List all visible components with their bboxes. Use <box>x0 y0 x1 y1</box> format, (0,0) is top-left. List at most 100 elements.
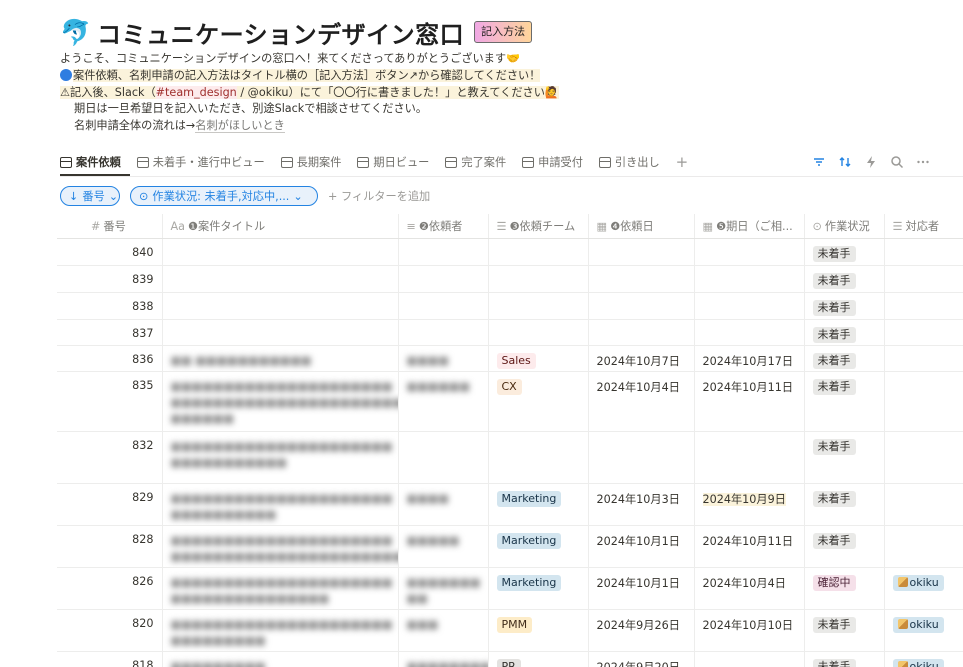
column-header-requester[interactable]: ≡ ❷依頼者 <box>398 214 489 239</box>
add-view-icon[interactable]: + <box>676 153 689 171</box>
request-date-cell[interactable]: 2024年10月7日 <box>588 345 695 372</box>
requester-cell[interactable]: ■■■■■ <box>398 525 489 568</box>
column-header-team[interactable]: ☰ ❸依頼チーム <box>488 214 589 239</box>
title-cell[interactable]: ■■■■■■■■■■■■■■■■■■■■■ ■■■■■■■■■■ <box>162 483 399 526</box>
request-date-cell[interactable] <box>588 265 695 293</box>
assignee-cell[interactable] <box>884 483 963 526</box>
due-date-cell[interactable] <box>694 319 805 346</box>
assignee-cell[interactable] <box>884 292 963 320</box>
status-cell[interactable]: 未着手 <box>804 319 885 346</box>
assignee-cell[interactable] <box>884 345 963 372</box>
assignee-cell[interactable] <box>884 525 963 568</box>
table-row[interactable]: 838 未着手 <box>57 292 963 320</box>
table-row[interactable]: 836 ■■ ■■■■■■■■■■■ ■■■■ Sales 2024年10月7日 2024… <box>57 345 963 372</box>
table-row[interactable]: 839 未着手 <box>57 265 963 293</box>
requester-cell[interactable] <box>398 319 489 346</box>
assignee-cell[interactable] <box>884 371 963 432</box>
team-cell[interactable]: Marketing <box>488 483 589 526</box>
tab-long-term[interactable]: 長期案件 <box>280 150 341 174</box>
requester-cell[interactable]: ■■■■ <box>398 345 489 372</box>
due-date-cell[interactable]: 2024年10月4日 <box>694 567 805 610</box>
due-date-cell[interactable]: 2024年10月11日 <box>694 371 805 432</box>
table-row[interactable]: 818 ■■■■■■■■■ ■■■■■■■■ PR 2024年9月20日 未着手 okiku <box>57 651 963 667</box>
due-date-cell[interactable] <box>694 238 805 266</box>
team-cell[interactable]: CX <box>488 371 589 432</box>
request-date-cell[interactable] <box>588 431 695 484</box>
table-row[interactable]: 829 ■■■■■■■■■■■■■■■■■■■■■ ■■■■■■■■■■ ■■■■ M… <box>57 483 963 526</box>
status-cell[interactable]: 未着手 <box>804 525 885 568</box>
table-row[interactable]: 820 ■■■■■■■■■■■■■■■■■■■■■ ■■■■■■■■■ ■■■ PMM… <box>57 609 963 652</box>
team-cell[interactable] <box>488 292 589 320</box>
team-cell[interactable]: PR <box>488 651 589 667</box>
request-date-cell[interactable] <box>588 238 695 266</box>
search-icon[interactable] <box>890 155 904 169</box>
status-cell[interactable]: 未着手 <box>804 265 885 293</box>
status-cell[interactable]: 未着手 <box>804 292 885 320</box>
request-date-cell[interactable]: 2024年9月26日 <box>588 609 695 652</box>
due-date-cell[interactable] <box>694 265 805 293</box>
assignee-cell[interactable] <box>884 319 963 346</box>
title-cell[interactable]: ■■■■■■■■■■■■■■■■■■■■■ ■■■■■■■■■■■ <box>162 431 399 484</box>
due-date-cell[interactable]: 2024年10月11日 <box>694 525 805 568</box>
title-cell[interactable]: ■■ ■■■■■■■■■■■ <box>162 345 399 372</box>
requester-cell[interactable]: ■■■■■■■ ■■ <box>398 567 489 610</box>
column-header-due-date[interactable]: ▦ ❺期日（ご相... <box>694 214 805 239</box>
status-filter-chip[interactable]: ⊙ 作業状況: 未着手,対応中,... ⌄ <box>130 186 318 206</box>
column-header-status[interactable]: ⊙ 作業状況 <box>804 214 885 239</box>
title-cell[interactable]: ■■■■■■■■■■■■■■■■■■■■■ ■■■■■■■■■ <box>162 609 399 652</box>
request-date-cell[interactable] <box>588 292 695 320</box>
table-row[interactable]: 832 ■■■■■■■■■■■■■■■■■■■■■ ■■■■■■■■■■■ 未着手 <box>57 431 963 484</box>
team-cell[interactable]: PMM <box>488 609 589 652</box>
business-card-link[interactable]: 名刺がほしいとき <box>195 119 285 133</box>
table-row[interactable]: 835 ■■■■■■■■■■■■■■■■■■■■■ ■■■■■■■■■■■■■■■… <box>57 371 963 432</box>
due-date-cell[interactable] <box>694 292 805 320</box>
tab-applications[interactable]: 申請受付 <box>522 150 583 174</box>
assignee-cell[interactable]: okiku <box>884 567 963 610</box>
request-date-cell[interactable]: 2024年10月3日 <box>588 483 695 526</box>
team-cell[interactable]: Marketing <box>488 525 589 568</box>
due-date-cell[interactable]: 2024年10月10日 <box>694 609 805 652</box>
requester-cell[interactable] <box>398 431 489 484</box>
table-row[interactable]: 828 ■■■■■■■■■■■■■■■■■■■■■ ■■■■■■■■■■■■■■■… <box>57 525 963 568</box>
column-header-number[interactable]: # 番号 <box>57 214 163 239</box>
title-cell[interactable] <box>162 292 399 320</box>
add-filter-button[interactable]: + フィルターを追加 <box>328 188 430 204</box>
team-cell[interactable] <box>488 431 589 484</box>
table-row[interactable]: 826 ■■■■■■■■■■■■■■■■■■■■■ ■■■■■■■■■■■■■■■… <box>57 567 963 610</box>
team-cell[interactable] <box>488 238 589 266</box>
column-header-request-date[interactable]: ▦ ❹依頼日 <box>588 214 695 239</box>
request-date-cell[interactable]: 2024年10月4日 <box>588 371 695 432</box>
title-cell[interactable]: ■■■■■■■■■■■■■■■■■■■■■ ■■■■■■■■■■■■■■■ <box>162 567 399 610</box>
requester-cell[interactable]: ■■■■■■■■ <box>398 651 489 667</box>
due-date-cell[interactable]: 2024年10月9日 <box>694 483 805 526</box>
assignee-cell[interactable] <box>884 265 963 293</box>
assignee-cell[interactable]: okiku <box>884 609 963 652</box>
requester-cell[interactable] <box>398 292 489 320</box>
status-cell[interactable]: 未着手 <box>804 371 885 432</box>
table-row[interactable]: 840 未着手 <box>57 238 963 266</box>
team-cell[interactable]: Sales <box>488 345 589 372</box>
title-cell[interactable] <box>162 238 399 266</box>
requester-cell[interactable] <box>398 238 489 266</box>
table-row[interactable]: 837 未着手 <box>57 319 963 346</box>
requester-cell[interactable]: ■■■ <box>398 609 489 652</box>
team-cell[interactable] <box>488 265 589 293</box>
due-date-cell[interactable]: 2024年10月17日 <box>694 345 805 372</box>
column-header-title[interactable]: Aa ❶案件タイトル <box>162 214 399 239</box>
requester-cell[interactable]: ■■■■■■ <box>398 371 489 432</box>
more-icon[interactable] <box>916 155 930 169</box>
title-cell[interactable]: ■■■■■■■■■■■■■■■■■■■■■ ■■■■■■■■■■■■■■■■■■… <box>162 371 399 432</box>
howto-button[interactable]: 記入方法 <box>474 21 533 43</box>
title-cell[interactable] <box>162 319 399 346</box>
column-header-assignee[interactable]: ☰ 対応者 <box>884 214 963 239</box>
assignee-cell[interactable]: okiku <box>884 651 963 667</box>
slack-channel-mention[interactable]: #team_design <box>155 86 237 99</box>
due-date-cell[interactable] <box>694 431 805 484</box>
title-cell[interactable] <box>162 265 399 293</box>
assignee-cell[interactable] <box>884 431 963 484</box>
sort-icon[interactable] <box>838 155 852 169</box>
status-cell[interactable]: 未着手 <box>804 431 885 484</box>
request-date-cell[interactable] <box>588 319 695 346</box>
request-date-cell[interactable]: 2024年10月1日 <box>588 567 695 610</box>
team-cell[interactable] <box>488 319 589 346</box>
